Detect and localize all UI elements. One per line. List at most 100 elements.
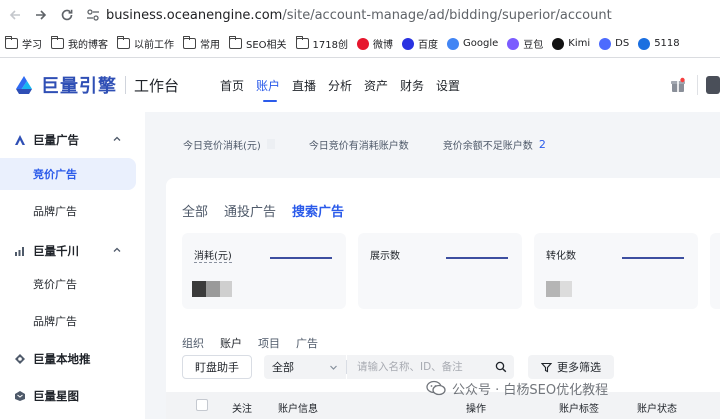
- logo[interactable]: 巨量引擎: [12, 72, 117, 98]
- monitor-assistant-button[interactable]: 盯盘助手: [182, 355, 252, 379]
- bookmark-label: DS: [615, 38, 630, 49]
- metric-card-cost[interactable]: 消耗(元): [182, 233, 346, 309]
- gift-button[interactable]: [665, 72, 691, 98]
- ad-type-tabs: 全部 通投广告 搜索广告: [182, 201, 360, 220]
- level-tab-account[interactable]: 账户: [220, 335, 242, 359]
- oceanengine-ad-icon: [15, 135, 25, 145]
- level-tab-project[interactable]: 项目: [258, 335, 280, 355]
- bookmark-item[interactable]: SEO相关: [226, 33, 293, 55]
- url-path: /site/account-manage/ad/bidding/superior…: [282, 7, 612, 23]
- stat-today-active-accounts: 今日竞价有消耗账户数: [309, 137, 409, 152]
- metric-label: 转化数: [546, 251, 576, 262]
- level-tab-ad[interactable]: 广告: [296, 335, 318, 355]
- metric-label: 消耗(元): [194, 247, 232, 263]
- deepseek-icon: [599, 37, 612, 50]
- stat-low-balance-accounts[interactable]: 竞价余额不足账户数 2: [443, 137, 546, 152]
- google-icon: [447, 37, 459, 50]
- oceanengine-logo-icon: [16, 76, 32, 94]
- user-avatar-icon[interactable]: [706, 72, 720, 98]
- browser-address-bar: business.oceanengine.com/site/account-ma…: [0, 0, 720, 30]
- bookmark-item[interactable]: 学习: [2, 33, 48, 55]
- stat-label: 竞价余额不足账户数: [442, 140, 533, 152]
- scope-select-value: 全部: [272, 361, 294, 374]
- sidebar-item-qianchuan-bidding[interactable]: 竞价广告: [0, 268, 145, 300]
- url-host: business.oceanengine.com: [106, 7, 283, 23]
- column-header-account-status[interactable]: 账户状态: [637, 400, 677, 415]
- bookmark-label: Kimi: [568, 38, 591, 49]
- metric-trend-line: [446, 257, 508, 259]
- bookmark-item[interactable]: DS: [596, 33, 635, 55]
- reload-button[interactable]: [56, 4, 78, 26]
- bookmark-item[interactable]: 常用: [180, 33, 226, 55]
- url-field[interactable]: business.oceanengine.com/site/account-ma…: [106, 8, 612, 23]
- folder-icon: [51, 36, 64, 49]
- bookmark-item[interactable]: Google: [444, 33, 504, 55]
- sidebar-group-label: 巨量本地推: [33, 352, 91, 366]
- folder-icon: [183, 36, 196, 49]
- tab-search[interactable]: 搜索广告: [292, 201, 344, 220]
- bookmark-label: 微博: [373, 40, 393, 51]
- bookmark-item[interactable]: 微博: [354, 33, 399, 55]
- column-header-account-tags[interactable]: 账户标签: [559, 400, 599, 415]
- sidebar-item-bidding-ad[interactable]: 竞价广告: [0, 158, 136, 190]
- scope-select[interactable]: 全部: [264, 355, 346, 379]
- bookmark-label: 豆包: [523, 40, 544, 51]
- arrow-right-icon: [36, 10, 47, 20]
- star-map-icon: [15, 391, 25, 401]
- bookmark-item[interactable]: 我的博客: [48, 33, 114, 55]
- 5118-icon: [638, 37, 651, 50]
- bookmark-item[interactable]: 百度: [399, 33, 444, 55]
- baidu-icon: [402, 37, 414, 50]
- metric-value-blurred: [192, 281, 232, 297]
- site-info-icon[interactable]: [84, 6, 102, 24]
- watermark: 公众号 · 白杨SEO优化教程: [426, 378, 608, 398]
- folder-icon: [117, 36, 130, 49]
- back-button[interactable]: [4, 4, 26, 26]
- bookmark-item[interactable]: 5118: [635, 33, 685, 55]
- doubao-icon: [507, 37, 520, 50]
- sidebar-item-qianchuan-brand[interactable]: 品牌广告: [0, 305, 145, 337]
- folder-icon: [295, 36, 309, 49]
- tab-general[interactable]: 通投广告: [224, 201, 276, 220]
- top-nav: 首页 账户 直播 分析 资产 财务 设置: [209, 58, 461, 112]
- sidebar-group-star-map[interactable]: 巨量星图: [0, 378, 145, 414]
- bookmark-item[interactable]: Kimi: [549, 33, 596, 55]
- stats-strip: 今日竞价消耗(元) 今日竞价有消耗账户数 竞价余额不足账户数 2: [145, 112, 720, 176]
- logo-divider: [125, 76, 126, 94]
- more-filters-button[interactable]: 更多筛选: [528, 355, 614, 379]
- bookmark-item[interactable]: 豆包: [504, 33, 549, 55]
- kimi-icon: [552, 37, 565, 50]
- header-separator: [697, 75, 698, 95]
- column-header-follow[interactable]: 关注: [232, 400, 252, 415]
- column-header-account-info[interactable]: 账户信息: [278, 400, 318, 415]
- sidebar-group-ocean-ad[interactable]: 巨量广告: [0, 122, 145, 158]
- sidebar-item-brand-ad[interactable]: 品牌广告: [0, 195, 145, 227]
- nav-item-settings[interactable]: 设置: [425, 58, 471, 112]
- weibo-icon: [357, 37, 369, 50]
- sidebar-group-local-push[interactable]: 巨量本地推: [0, 341, 145, 377]
- stat-today-cost: 今日竞价消耗(元): [183, 137, 275, 152]
- search-input[interactable]: [347, 355, 488, 379]
- stat-value[interactable]: 2: [539, 138, 546, 151]
- stat-label: 今日竞价有消耗账户数: [308, 140, 409, 152]
- metric-trend-line: [622, 257, 684, 259]
- metric-card-impressions[interactable]: 展示数: [358, 233, 522, 309]
- bookmark-item[interactable]: 1718创: [293, 33, 354, 55]
- bookmark-item[interactable]: 以前工作: [114, 33, 180, 55]
- select-all-checkbox[interactable]: [196, 399, 208, 411]
- bookmark-label: 百度: [418, 40, 438, 51]
- search-icon: [495, 361, 507, 373]
- chevron-up-icon: [113, 247, 121, 252]
- metric-label: 展示数: [370, 251, 400, 262]
- tab-all[interactable]: 全部: [182, 201, 208, 220]
- sidebar-group-qianchuan[interactable]: 巨量千川: [0, 233, 145, 269]
- metric-card-conversions[interactable]: 转化数: [534, 233, 698, 309]
- chevron-down-icon: [330, 365, 337, 370]
- reload-icon: [61, 9, 73, 21]
- search-button[interactable]: [488, 355, 514, 379]
- arrow-left-icon: [9, 10, 20, 20]
- level-tab-organization[interactable]: 组织: [182, 335, 204, 355]
- wechat-official-account-icon: [426, 380, 446, 396]
- forward-button[interactable]: [30, 4, 52, 26]
- bookmark-label: 1718创: [312, 40, 348, 51]
